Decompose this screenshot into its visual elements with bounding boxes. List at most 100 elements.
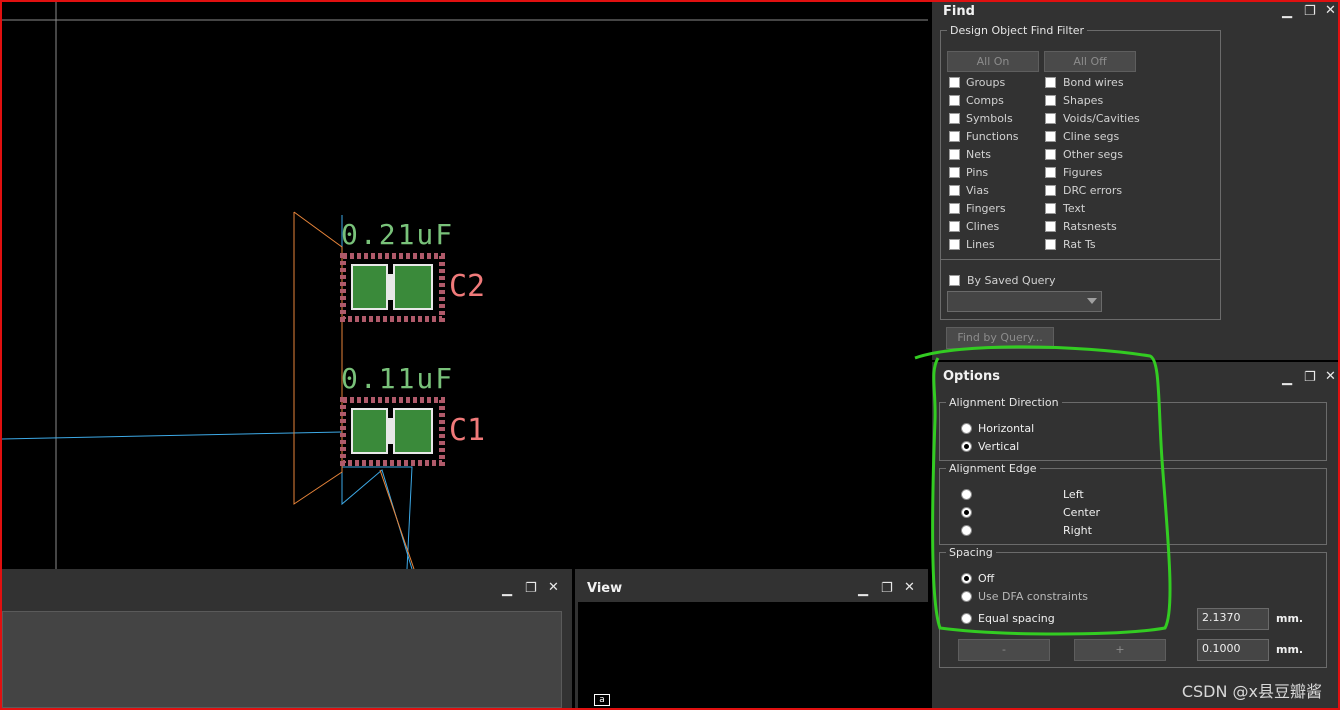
increment-unit: mm. xyxy=(1276,643,1304,656)
filter-item-checkbox[interactable] xyxy=(1045,221,1056,232)
pcb-canvas[interactable]: 0.21uF C2 0.11uF C1 xyxy=(2,2,928,569)
filter-item-checkbox[interactable] xyxy=(1045,113,1056,124)
c2-pad-2 xyxy=(393,264,433,310)
filter-item-checkbox[interactable] xyxy=(949,113,960,124)
equal-spacing-input[interactable]: 2.1370 xyxy=(1197,608,1269,630)
filter-item-label: Text xyxy=(1063,202,1086,215)
minimize-icon[interactable]: ▁ xyxy=(858,583,868,596)
restore-icon[interactable]: ❐ xyxy=(1304,5,1316,18)
equal-spacing-radio[interactable] xyxy=(961,613,972,624)
horizontal-label: Horizontal xyxy=(978,422,1035,435)
filter-item-checkbox[interactable] xyxy=(949,221,960,232)
horizontal-radio[interactable] xyxy=(961,423,972,434)
filter-item-label: Ratsnests xyxy=(1063,220,1117,233)
right-edge-radio[interactable] xyxy=(961,525,972,536)
saved-query-checkbox[interactable] xyxy=(949,275,960,286)
increment-button[interactable]: + xyxy=(1074,639,1166,661)
component-c1 xyxy=(340,397,445,466)
filter-item-label: Functions xyxy=(966,130,1019,143)
center-edge-label: Center xyxy=(1063,506,1101,519)
use-dfa-label: Use DFA constraints xyxy=(978,590,1088,603)
all-off-button[interactable]: All Off xyxy=(1044,51,1136,72)
equal-spacing-unit: mm. xyxy=(1276,612,1304,625)
close-icon[interactable]: ✕ xyxy=(548,581,559,594)
c2-value-label: 0.21uF xyxy=(341,218,454,251)
equal-spacing-label: Equal spacing xyxy=(978,612,1055,625)
left-edge-label: Left xyxy=(1063,488,1084,501)
filter-item-checkbox[interactable] xyxy=(949,185,960,196)
filter-item-checkbox[interactable] xyxy=(949,131,960,142)
spacing-legend: Spacing xyxy=(946,546,996,559)
increment-input[interactable]: 0.1000 xyxy=(1197,639,1269,661)
filter-item-checkbox[interactable] xyxy=(1045,149,1056,160)
ratsnest-line xyxy=(2,431,343,440)
minimize-icon[interactable]: ▁ xyxy=(502,583,512,596)
view-panel: View ▁ ❐ ✕ a xyxy=(575,569,928,708)
filter-item-checkbox[interactable] xyxy=(1045,77,1056,88)
filter-item-checkbox[interactable] xyxy=(949,149,960,160)
options-panel-title: Options xyxy=(943,369,1000,384)
all-on-button[interactable]: All On xyxy=(947,51,1039,72)
alignment-direction-group: Alignment Direction Horizontal Vertical xyxy=(939,396,1327,461)
vertical-label: Vertical xyxy=(978,440,1020,453)
filter-item-checkbox[interactable] xyxy=(949,77,960,88)
filter-item-checkbox[interactable] xyxy=(1045,95,1056,106)
restore-icon[interactable]: ❐ xyxy=(1304,371,1316,384)
filter-item-checkbox[interactable] xyxy=(1045,239,1056,250)
view-canvas[interactable]: a xyxy=(578,602,928,708)
query-divider xyxy=(941,259,1220,260)
c1-refdes-label: C1 xyxy=(449,413,485,448)
filter-item-label: Nets xyxy=(966,148,992,161)
filter-item-checkbox[interactable] xyxy=(949,239,960,250)
spacing-off-radio[interactable] xyxy=(961,573,972,584)
restore-icon[interactable]: ❐ xyxy=(881,582,893,595)
find-by-query-button[interactable]: Find by Query... xyxy=(946,327,1054,349)
filter-item-label: DRC errors xyxy=(1063,184,1123,197)
filter-item-checkbox[interactable] xyxy=(949,203,960,214)
close-icon[interactable]: ✕ xyxy=(1325,4,1336,17)
spacing-group: Spacing Off Use DFA constraints Equal sp… xyxy=(939,546,1327,668)
pcb-drawing: 0.21uF C2 0.11uF C1 xyxy=(2,2,928,569)
view-panel-title: View xyxy=(587,581,623,596)
c1-value-label: 0.11uF xyxy=(341,362,454,395)
filter-item-checkbox[interactable] xyxy=(949,167,960,178)
minimize-icon[interactable]: ▁ xyxy=(1282,5,1292,18)
filter-item-label: Rat Ts xyxy=(1063,238,1096,251)
filter-item-checkbox[interactable] xyxy=(1045,167,1056,178)
filter-item-label: Bond wires xyxy=(1063,76,1124,89)
center-edge-radio[interactable] xyxy=(961,507,972,518)
alignment-direction-legend: Alignment Direction xyxy=(946,396,1062,409)
left-edge-radio[interactable] xyxy=(961,489,972,500)
ratsnest-line-3 xyxy=(342,466,413,569)
filter-item-checkbox[interactable] xyxy=(1045,185,1056,196)
filter-item-label: Other segs xyxy=(1063,148,1123,161)
shape-outline-2 xyxy=(379,469,415,569)
find-panel: Find ▁ ❐ ✕ Design Object Find Filter All… xyxy=(932,2,1338,360)
c1-pad-2 xyxy=(393,408,433,454)
bottom-left-content xyxy=(2,611,562,708)
filter-item-checkbox[interactable] xyxy=(949,95,960,106)
use-dfa-radio[interactable] xyxy=(961,591,972,602)
filter-item-label: Pins xyxy=(966,166,989,179)
filter-item-checkbox[interactable] xyxy=(1045,203,1056,214)
alignment-edge-legend: Alignment Edge xyxy=(946,462,1040,475)
c2-refdes-label: C2 xyxy=(449,269,485,304)
filter-item-label: Comps xyxy=(966,94,1004,107)
saved-query-dropdown[interactable] xyxy=(947,291,1102,312)
watermark: CSDN @x县豆瓣酱 xyxy=(1181,682,1322,701)
filter-item-label: Clines xyxy=(966,220,1000,233)
close-icon[interactable]: ✕ xyxy=(1325,370,1336,383)
filter-item-label: Cline segs xyxy=(1063,130,1120,143)
bottom-left-panel: ▁ ❐ ✕ xyxy=(2,569,572,708)
alignment-edge-group: Alignment Edge Left Center Right xyxy=(939,462,1327,545)
filter-item-label: Groups xyxy=(966,76,1006,89)
filter-item-checkbox[interactable] xyxy=(1045,131,1056,142)
close-icon[interactable]: ✕ xyxy=(904,581,915,594)
restore-icon[interactable]: ❐ xyxy=(525,582,537,595)
decrement-button[interactable]: - xyxy=(958,639,1050,661)
component-c2 xyxy=(340,253,445,322)
spacing-off-label: Off xyxy=(978,572,995,585)
vertical-radio[interactable] xyxy=(961,441,972,452)
minimize-icon[interactable]: ▁ xyxy=(1282,372,1292,385)
filter-item-label: Fingers xyxy=(966,202,1006,215)
